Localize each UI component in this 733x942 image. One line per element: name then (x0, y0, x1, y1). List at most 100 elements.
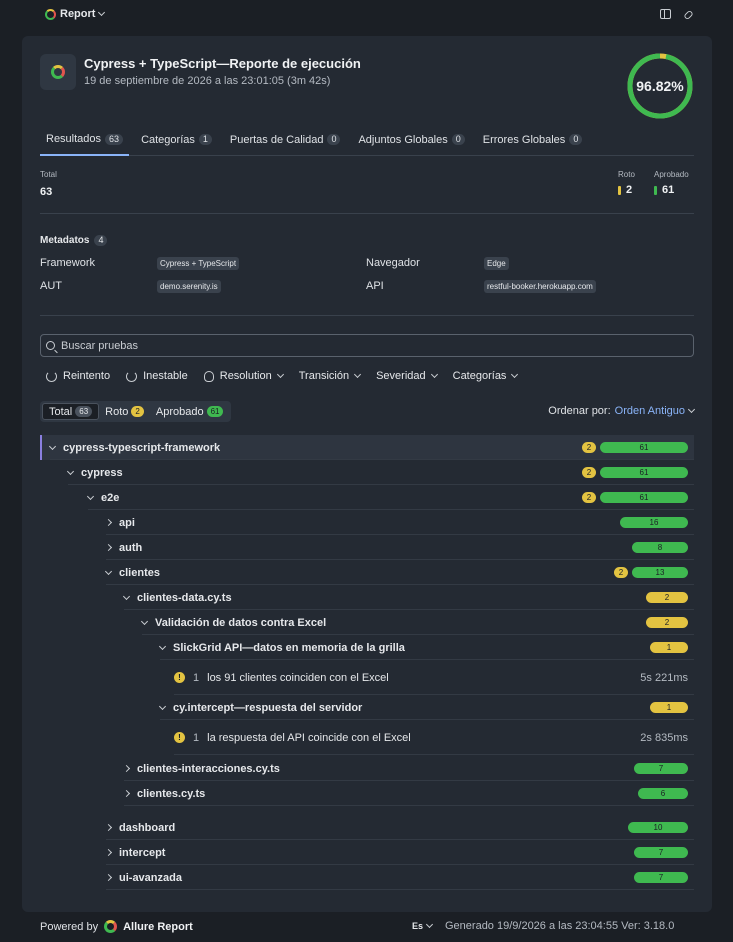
broken-count: 2 (646, 617, 688, 628)
tree-group-row[interactable]: auth 8 (40, 535, 694, 560)
split-view-icon[interactable] (660, 9, 671, 19)
passed-marker (654, 185, 657, 195)
passed-label: Aprobado (654, 170, 689, 179)
search-icon (46, 341, 55, 350)
tab-quality-gates[interactable]: Puertas de Calidad 0 (224, 124, 347, 155)
chevron-right-icon (104, 848, 113, 857)
status-broken[interactable]: Roto 2 (99, 403, 150, 420)
tree-group-row[interactable]: dashboard 10 (40, 815, 694, 840)
passed-stat: 61 (654, 184, 674, 196)
footer: Powered by Allure Report Es Generado 19/… (0, 912, 733, 942)
row-title: e2e (101, 491, 120, 504)
allure-logo-icon (51, 65, 65, 79)
tab-results[interactable]: Resultados 63 (40, 124, 130, 156)
project-label: Report (60, 8, 96, 20)
status-counts: 1 (650, 642, 688, 653)
status-passed[interactable]: Aprobado 61 (150, 403, 230, 420)
status-counts: 16 (620, 517, 688, 528)
row-title: api (119, 516, 135, 529)
tree-group-row[interactable]: clientes-interacciones.cy.ts 7 (40, 756, 694, 781)
row-label: e2e (86, 491, 120, 504)
status-counts: 2 13 (614, 567, 688, 578)
allure-logo-icon (104, 920, 118, 933)
status-total[interactable]: Total 63 (42, 403, 100, 420)
row-label: clientes.cy.ts (122, 787, 206, 800)
test-case-row[interactable]: ! 1 los 91 clientes coinciden con el Excel… (40, 660, 694, 695)
row-title: los 91 clientes coinciden con el Excel (207, 671, 389, 684)
test-number: 1 (193, 671, 200, 684)
row-title: clientes.cy.ts (137, 787, 206, 800)
broken-status-icon: ! (174, 672, 185, 683)
tree-group-row[interactable]: cypress 2 61 (40, 460, 694, 485)
test-case-row[interactable]: ! 1 la respuesta del API coincide con el E… (40, 720, 694, 755)
filter-transition[interactable]: Transición (299, 370, 362, 382)
filter-resolution[interactable]: Resolution (203, 370, 284, 382)
row-label: clientes (104, 567, 160, 579)
tree-group-row[interactable]: intercept 7 (40, 840, 694, 865)
status-counts: 8 (632, 542, 688, 553)
total-value: 63 (40, 186, 53, 198)
tree-group-row[interactable]: Validación de datos contra Excel 2 (40, 610, 694, 635)
row-divider (106, 889, 694, 890)
filter-severity[interactable]: Severidad (376, 370, 438, 382)
retry-icon (46, 370, 57, 382)
sort-dropdown[interactable]: Ordenar por: Orden Antiguo (548, 405, 696, 417)
tree-group-row[interactable]: cy.intercept—respuesta del servidor 1 (40, 695, 694, 720)
tree-group-row[interactable]: clientes 2 13 (40, 560, 694, 585)
status-counts: 7 (634, 847, 688, 858)
meta-key-api: API (366, 280, 384, 292)
allure-logo-icon (45, 8, 56, 20)
project-switcher[interactable]: Report (45, 8, 106, 20)
total-label: Total (40, 170, 57, 179)
tree-group-row[interactable]: clientes.cy.ts 6 (40, 781, 694, 806)
tab-categories[interactable]: Categorías 1 (135, 124, 218, 155)
chevron-down-icon (140, 617, 149, 625)
row-label: intercept (104, 847, 165, 859)
tree-group-row[interactable]: cypress-typescript-framework 2 61 (40, 435, 694, 460)
passed-count: 61 (600, 442, 688, 453)
broken-marker (618, 185, 621, 195)
broken-count: 1 (650, 642, 688, 653)
row-label: dashboard (104, 822, 175, 834)
broken-count: 2 (582, 492, 596, 503)
tree-group-row[interactable]: ui-avanzada 7 (40, 865, 694, 890)
status-counts: 1 (650, 702, 688, 713)
tree-group-row[interactable]: SlickGrid API—datos en memoria de la gri… (40, 635, 694, 660)
tab-global-errors[interactable]: Errores Globales 0 (477, 124, 589, 155)
chevron-down-icon (511, 370, 519, 379)
report-logo (40, 54, 76, 90)
broken-count: 2 (646, 592, 688, 603)
link-icon[interactable] (683, 9, 693, 19)
report-title: Cypress + TypeScript—Reporte de ejecució… (84, 56, 361, 71)
broken-count: 2 (582, 467, 596, 478)
search-input[interactable] (61, 339, 661, 352)
flaky-icon (126, 370, 138, 382)
row-title: la respuesta del API coincide con el Exc… (207, 731, 411, 744)
chevron-right-icon (104, 543, 113, 552)
tab-global-attachments[interactable]: Adjuntos Globales 0 (352, 124, 470, 155)
status-counts: 10 (628, 822, 688, 833)
row-label: ! 1 la respuesta del API coincide con el E… (174, 732, 411, 744)
tree-group-row[interactable]: api 16 (40, 510, 694, 535)
passed-count: 16 (620, 517, 688, 528)
search-box[interactable] (40, 334, 694, 357)
passed-count: 7 (634, 763, 688, 774)
row-label: cypress-typescript-framework (48, 442, 220, 454)
tree-group-row[interactable]: clientes-data.cy.ts 2 (40, 585, 694, 610)
filter-retry[interactable]: Reintento (46, 370, 110, 382)
status-filter: Total 63 Roto 2 Aprobado 61 (40, 401, 232, 422)
filter-categories[interactable]: Categorías (453, 370, 519, 382)
report-card: Cypress + TypeScript—Reporte de ejecució… (22, 36, 712, 912)
test-duration: 2s 835ms (640, 731, 688, 744)
row-title: Validación de datos contra Excel (155, 616, 327, 629)
row-label: auth (104, 542, 142, 554)
generated-info: Generado 19/9/2026 a las 23:04:55 Ver: 3… (445, 920, 675, 932)
language-switcher[interactable]: Es (412, 920, 434, 931)
filter-flaky[interactable]: Inestable (126, 370, 188, 382)
broken-count: 2 (582, 442, 596, 453)
chevron-down-icon (430, 370, 438, 379)
tree-group-row[interactable]: e2e 2 61 (40, 485, 694, 510)
row-label: clientes-interacciones.cy.ts (122, 763, 280, 775)
row-title: ui-avanzada (119, 871, 182, 884)
chevron-down-icon (48, 442, 57, 450)
